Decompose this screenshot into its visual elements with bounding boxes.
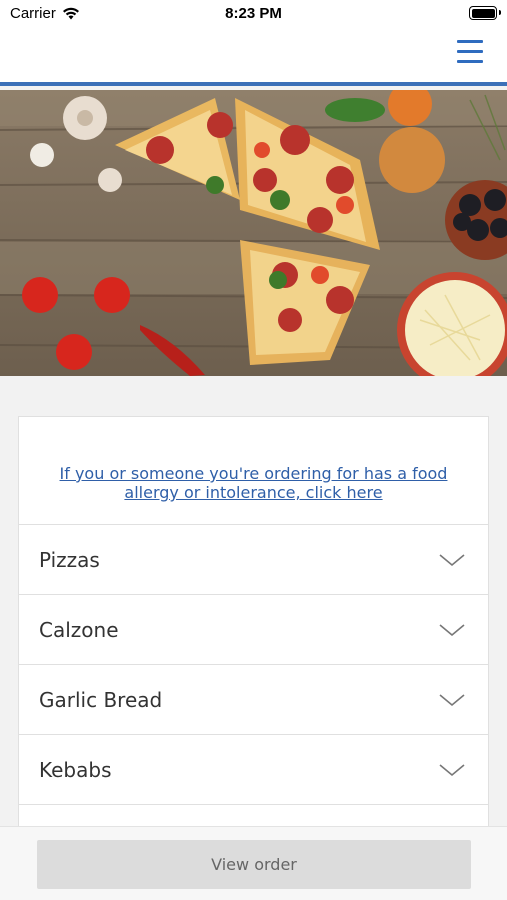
hero-image <box>0 90 507 376</box>
hamburger-menu-icon[interactable] <box>457 40 483 64</box>
category-calzone[interactable]: Calzone <box>19 595 488 665</box>
allergy-info-link[interactable]: If you or someone you're ordering for ha… <box>44 464 464 502</box>
allergy-section: If you or someone you're ordering for ha… <box>19 417 488 525</box>
top-navigation-bar <box>0 28 507 86</box>
category-garlic-bread[interactable]: Garlic Bread <box>19 665 488 735</box>
battery-icon <box>469 6 501 20</box>
bottom-action-bar: View order <box>0 826 507 900</box>
pizza-ingredients-photo <box>0 90 507 376</box>
category-label: Pizzas <box>39 547 100 572</box>
chevron-down-icon <box>439 693 465 706</box>
category-label: Kebabs <box>39 757 112 782</box>
category-kebabs[interactable]: Kebabs <box>19 735 488 805</box>
chevron-down-icon <box>439 623 465 636</box>
status-bar: Carrier 8:23 PM <box>0 0 507 28</box>
view-order-button[interactable]: View order <box>37 840 471 889</box>
clock: 8:23 PM <box>225 5 282 22</box>
chevron-down-icon <box>439 553 465 566</box>
menu-card: If you or someone you're ordering for ha… <box>18 416 489 876</box>
category-pizzas[interactable]: Pizzas <box>19 525 488 595</box>
chevron-down-icon <box>439 763 465 776</box>
category-label: Calzone <box>39 617 119 642</box>
category-label: Garlic Bread <box>39 687 163 712</box>
